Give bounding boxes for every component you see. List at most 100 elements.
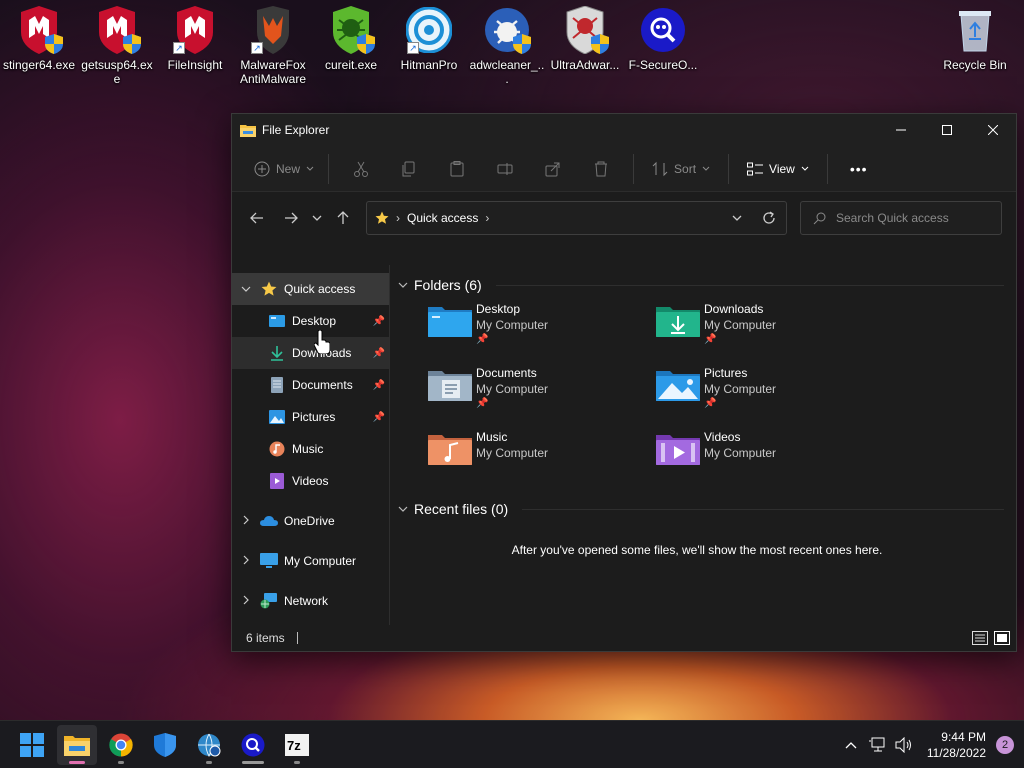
music-folder-icon — [428, 435, 472, 465]
copy-button[interactable] — [385, 153, 433, 185]
chevron-right-icon[interactable] — [232, 595, 260, 608]
chevron-down-icon[interactable] — [398, 504, 414, 515]
address-history-button[interactable] — [722, 215, 752, 221]
desktop-icon-stinger64[interactable]: stinger64.exe — [0, 6, 78, 72]
file-list-view[interactable]: Folders (6) Desktop My Computer 📌 Downlo… — [390, 265, 1016, 625]
pin-icon[interactable]: 📌 — [373, 348, 385, 359]
desktop-icon-getsusp64[interactable]: getsusp64.exe — [78, 6, 156, 86]
details-view-icon[interactable] — [972, 631, 988, 645]
share-button[interactable] — [529, 153, 577, 185]
taskbar-fsecure[interactable] — [233, 725, 273, 765]
fsecure-search-icon — [241, 733, 265, 757]
desktop-icon-fileinsight[interactable]: ↗ FileInsight — [156, 6, 234, 72]
desktop-icon-fsecure[interactable]: F-SecureO... — [624, 6, 702, 72]
navigation-pane[interactable]: Quick access Desktop 📌 Downloads 📌 — [232, 265, 390, 625]
breadcrumb-quick-access[interactable]: Quick access — [407, 211, 478, 225]
title-bar[interactable]: File Explorer — [232, 114, 1016, 146]
cut-button[interactable] — [337, 153, 385, 185]
clock-date: 11/28/2022 — [926, 746, 986, 760]
chevron-right-icon[interactable] — [232, 555, 260, 568]
folder-location: My Computer — [476, 446, 549, 460]
pin-icon[interactable]: 📌 — [373, 380, 385, 391]
mcafee-shield-icon — [93, 6, 141, 54]
volume-button[interactable] — [891, 737, 917, 753]
folder-tile-desktop[interactable]: Desktop My Computer 📌 — [426, 301, 654, 359]
file-explorer-icon — [64, 736, 90, 756]
chevron-down-icon[interactable] — [398, 280, 414, 291]
sidebar-item-music[interactable]: Music — [232, 433, 389, 465]
paste-button[interactable] — [433, 153, 481, 185]
search-box[interactable] — [800, 201, 1002, 235]
sidebar-item-documents[interactable]: Documents 📌 — [232, 369, 389, 401]
pin-icon: 📌 — [476, 334, 489, 345]
sidebar-item-videos[interactable]: Videos — [232, 465, 389, 497]
folder-tile-pictures[interactable]: Pictures My Computer 📌 — [654, 365, 882, 423]
chevron-right-icon[interactable]: › — [485, 211, 489, 225]
pin-icon[interactable]: 📌 — [373, 316, 385, 327]
folder-name: Documents — [476, 366, 537, 380]
view-button[interactable]: View — [743, 153, 813, 185]
desktop-icon-cureit[interactable]: cureit.exe — [312, 6, 390, 72]
rename-button[interactable] — [481, 153, 529, 185]
folder-location: My Computer — [704, 382, 777, 396]
see-more-button[interactable]: ••• — [846, 153, 872, 185]
taskbar-7zip[interactable]: 7z — [277, 725, 317, 765]
chevron-down-icon[interactable] — [232, 284, 260, 295]
star-icon — [375, 211, 389, 224]
clock[interactable]: 9:44 PM 11/28/2022 — [927, 729, 986, 761]
taskbar-file-explorer[interactable] — [57, 725, 97, 765]
videos-icon — [268, 473, 286, 489]
desktop-icon-adwcleaner[interactable]: adwcleaner_... — [468, 6, 546, 86]
minimize-button[interactable] — [878, 114, 924, 146]
notification-badge[interactable]: 2 — [996, 736, 1014, 754]
maximize-button[interactable] — [924, 114, 970, 146]
close-button[interactable] — [970, 114, 1016, 146]
pin-icon[interactable]: 📌 — [373, 412, 385, 423]
recycle-bin-icon — [951, 6, 999, 54]
sidebar-item-label: Network — [284, 594, 329, 608]
desktop-icon-ultraadware[interactable]: UltraAdwar... — [546, 6, 624, 72]
folder-tile-downloads[interactable]: Downloads My Computer 📌 — [654, 301, 882, 359]
address-bar[interactable]: › Quick access › — [366, 201, 787, 235]
folder-name: Videos — [704, 430, 741, 444]
refresh-button[interactable] — [752, 211, 786, 225]
network-status-button[interactable] — [865, 737, 891, 753]
ultraadware-icon — [561, 6, 609, 54]
main-area: Quick access Desktop 📌 Downloads 📌 — [232, 265, 1016, 625]
large-icons-view-icon[interactable] — [994, 631, 1010, 645]
desktop-icon-hitmanpro[interactable]: ↗ HitmanPro — [390, 6, 468, 72]
folder-tile-music[interactable]: Music My Computer — [426, 429, 654, 487]
sidebar-item-onedrive[interactable]: OneDrive — [232, 505, 389, 537]
sort-button[interactable]: Sort — [648, 153, 714, 185]
chevron-right-icon[interactable] — [232, 515, 260, 528]
toolbar-divider — [633, 153, 635, 184]
recent-group-header[interactable]: Recent files (0) — [398, 495, 1016, 523]
network-globe-icon — [198, 733, 221, 757]
taskbar-chrome[interactable] — [101, 725, 141, 765]
sidebar-item-desktop[interactable]: Desktop 📌 — [232, 305, 389, 337]
new-button[interactable]: New — [250, 153, 318, 185]
recent-locations-button[interactable] — [306, 203, 328, 233]
close-icon — [988, 125, 998, 135]
delete-button[interactable] — [577, 153, 625, 185]
desktop-icon-malwarefox[interactable]: ↗ MalwareFox AntiMalware — [234, 6, 312, 86]
sidebar-item-pictures[interactable]: Pictures 📌 — [232, 401, 389, 433]
folder-tile-documents[interactable]: Documents My Computer 📌 — [426, 365, 654, 423]
sidebar-item-network[interactable]: Network — [232, 585, 389, 617]
taskbar-network-tool[interactable] — [189, 725, 229, 765]
back-button[interactable] — [242, 203, 272, 233]
folders-group-title: Folders (6) — [414, 277, 482, 293]
start-button[interactable] — [12, 725, 52, 765]
show-hidden-icons-button[interactable] — [837, 741, 865, 749]
sidebar-item-quick-access[interactable]: Quick access — [232, 273, 389, 305]
up-button[interactable] — [328, 203, 358, 233]
sidebar-item-downloads[interactable]: Downloads 📌 — [232, 337, 389, 369]
malwarefox-icon: ↗ — [249, 6, 297, 54]
taskbar-windows-security[interactable] — [145, 725, 185, 765]
sidebar-item-my-computer[interactable]: My Computer — [232, 545, 389, 577]
desktop-icon-recycle-bin[interactable]: Recycle Bin — [936, 6, 1014, 72]
folder-tile-videos[interactable]: Videos My Computer — [654, 429, 882, 487]
search-input[interactable] — [836, 211, 986, 225]
folders-group-header[interactable]: Folders (6) — [398, 271, 1016, 299]
forward-button[interactable] — [276, 203, 306, 233]
